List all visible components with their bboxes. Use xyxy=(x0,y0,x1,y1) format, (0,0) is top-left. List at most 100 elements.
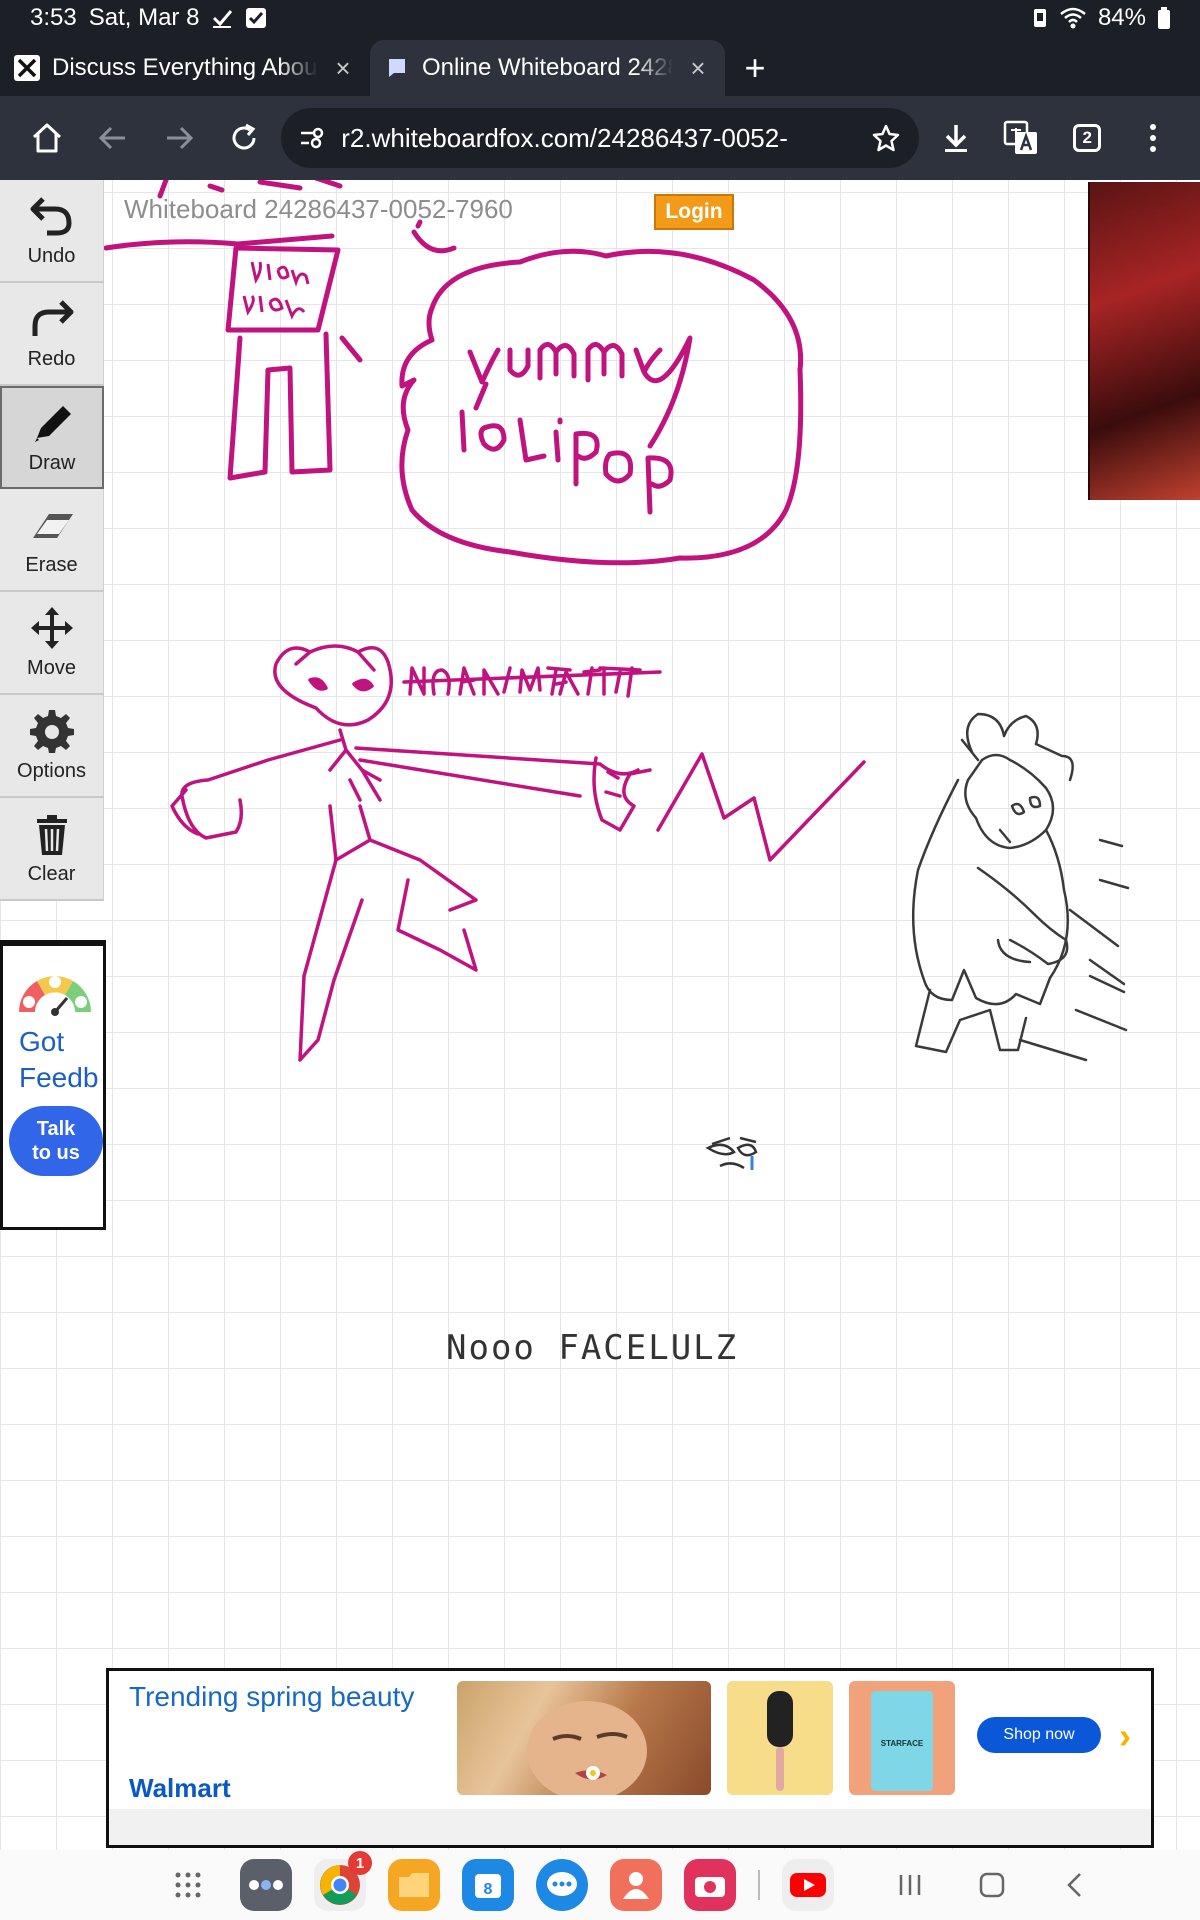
menu-button[interactable] xyxy=(1120,102,1186,174)
tab-whiteboard[interactable]: Online Whiteboard 24286437 × xyxy=(370,40,725,96)
tab-strip: Discuss Everything About × Online Whiteb… xyxy=(0,36,1200,96)
whiteboard-favicon-icon xyxy=(384,55,410,81)
download-button[interactable] xyxy=(923,102,989,174)
browser-toolbar: r2.whiteboardfox.com/24286437-0052- 2 xyxy=(0,96,1200,180)
new-tab-button[interactable]: + xyxy=(725,40,785,96)
battery-percent: 84% xyxy=(1097,4,1146,31)
forward-arrow-icon xyxy=(166,126,193,150)
shop-now-button[interactable]: Shop now xyxy=(977,1717,1101,1753)
feedback-text: Got Feedb xyxy=(19,1026,99,1093)
move-button[interactable]: Move xyxy=(0,592,104,695)
options-button[interactable]: Options xyxy=(0,695,104,798)
svg-text:8: 8 xyxy=(484,1881,493,1898)
talk-to-us-button[interactable]: Talk to us xyxy=(9,1106,103,1176)
back-nav-button[interactable] xyxy=(1044,1859,1104,1911)
x-favicon-icon xyxy=(14,55,40,81)
taskbar-divider xyxy=(758,1870,760,1900)
pink-magnet-character xyxy=(170,644,866,1062)
checkbox-icon xyxy=(245,7,267,29)
whiteboard-title: Whiteboard 24286437-0052-7960 xyxy=(124,194,513,224)
tool-label: Clear xyxy=(27,863,76,885)
translate-button[interactable] xyxy=(989,102,1055,174)
translate-icon xyxy=(1004,120,1038,154)
close-icon[interactable]: × xyxy=(685,53,711,83)
address-bar[interactable]: r2.whiteboardfox.com/24286437-0052- xyxy=(281,108,919,168)
back-button[interactable] xyxy=(80,102,146,174)
calendar-app-icon[interactable]: 8 xyxy=(462,1859,514,1911)
app-drawer-button[interactable] xyxy=(158,1859,218,1911)
pencil-icon xyxy=(35,406,71,442)
battery-saver-icon xyxy=(1032,7,1048,29)
grey-character xyxy=(911,712,1130,1062)
login-button[interactable]: Login xyxy=(654,194,734,230)
status-bar: 3:53 Sat, Mar 8 84% xyxy=(0,0,1200,36)
close-icon[interactable]: × xyxy=(330,53,356,83)
more-vertical-icon xyxy=(1150,124,1157,152)
check-icon xyxy=(211,7,233,29)
advertisement-banner[interactable]: Trending spring beauty Walmart STARFACE … xyxy=(106,1668,1154,1848)
site-settings-icon xyxy=(301,127,324,149)
url-text[interactable]: r2.whiteboardfox.com/24286437-0052- xyxy=(341,123,856,154)
ad-brand[interactable]: Walmart xyxy=(129,1773,231,1804)
navigation-bar: 1 8 xyxy=(0,1850,1200,1920)
erase-button[interactable]: Erase xyxy=(0,489,104,592)
grid-dots-icon xyxy=(175,1872,201,1898)
youtube-app-icon[interactable] xyxy=(782,1859,834,1911)
eraser-icon xyxy=(32,514,73,538)
home-button[interactable] xyxy=(14,102,80,174)
chevron-right-icon[interactable]: › xyxy=(1119,1715,1131,1757)
tool-label: Move xyxy=(27,657,76,679)
tab-switcher-button[interactable]: 2 xyxy=(1054,102,1120,174)
ad-image-hairbrush[interactable] xyxy=(727,1681,833,1795)
undo-button[interactable]: Undo xyxy=(0,180,104,283)
notification-badge: 1 xyxy=(348,1851,372,1875)
yummy-lollipop-bubble xyxy=(399,248,804,566)
app-folder-icon[interactable] xyxy=(240,1859,292,1911)
bookmark-star-icon xyxy=(872,124,899,152)
recents-icon xyxy=(899,1875,921,1895)
camera-app-icon[interactable] xyxy=(684,1859,736,1911)
blah-scribble xyxy=(242,261,310,320)
contacts-app-icon[interactable] xyxy=(610,1859,662,1911)
home-nav-button[interactable] xyxy=(962,1859,1022,1911)
redo-icon xyxy=(32,300,73,336)
gear-icon xyxy=(29,710,74,753)
tool-label: Erase xyxy=(25,554,78,576)
whiteboard-canvas[interactable]: Whiteboard 24286437-0052-7960 Login Nooo… xyxy=(0,180,1200,1850)
recents-button[interactable] xyxy=(880,1859,940,1911)
move-icon xyxy=(30,607,73,649)
redo-button[interactable]: Redo xyxy=(0,283,104,386)
tool-label: Options xyxy=(17,760,86,782)
ad-image-model[interactable] xyxy=(457,1681,711,1801)
tab-title: Online Whiteboard 24286437 xyxy=(422,54,673,81)
whiteboard-drawing xyxy=(103,180,1130,1170)
status-date: Sat, Mar 8 xyxy=(88,4,200,31)
clear-button[interactable]: Clear xyxy=(0,798,104,901)
tool-label: Draw xyxy=(28,452,76,474)
battery-icon xyxy=(1158,7,1170,29)
tool-label: Undo xyxy=(27,245,76,267)
feedback-gauge-icon xyxy=(19,976,91,1016)
crying-face-doodle xyxy=(705,1136,758,1170)
ad-headline[interactable]: Trending spring beauty xyxy=(129,1681,414,1713)
tab-discuss[interactable]: Discuss Everything About × xyxy=(0,40,370,96)
chrome-app-icon[interactable]: 1 xyxy=(314,1851,372,1911)
reload-button[interactable] xyxy=(211,102,277,174)
tab-count: 2 xyxy=(1073,124,1102,152)
forward-button[interactable] xyxy=(146,102,212,174)
wifi-icon xyxy=(1060,7,1086,29)
whiteboard-toolbar: Undo Redo Draw Erase Move Options Clear xyxy=(0,180,106,901)
my-files-app-icon[interactable] xyxy=(388,1859,440,1911)
draw-button[interactable]: Draw xyxy=(0,386,104,489)
photo-image xyxy=(1088,182,1200,500)
status-time: 3:53 xyxy=(30,4,77,31)
tab-title: Discuss Everything About xyxy=(52,54,318,81)
undo-icon xyxy=(30,197,72,236)
feedback-widget: Got Feedb Talk to us xyxy=(0,940,106,1230)
ad-image-starface[interactable]: STARFACE xyxy=(849,1681,955,1795)
reload-icon xyxy=(232,123,256,150)
download-icon xyxy=(944,125,967,152)
messages-app-icon[interactable] xyxy=(536,1859,588,1911)
tool-label: Redo xyxy=(27,348,76,370)
trash-icon xyxy=(36,815,67,855)
